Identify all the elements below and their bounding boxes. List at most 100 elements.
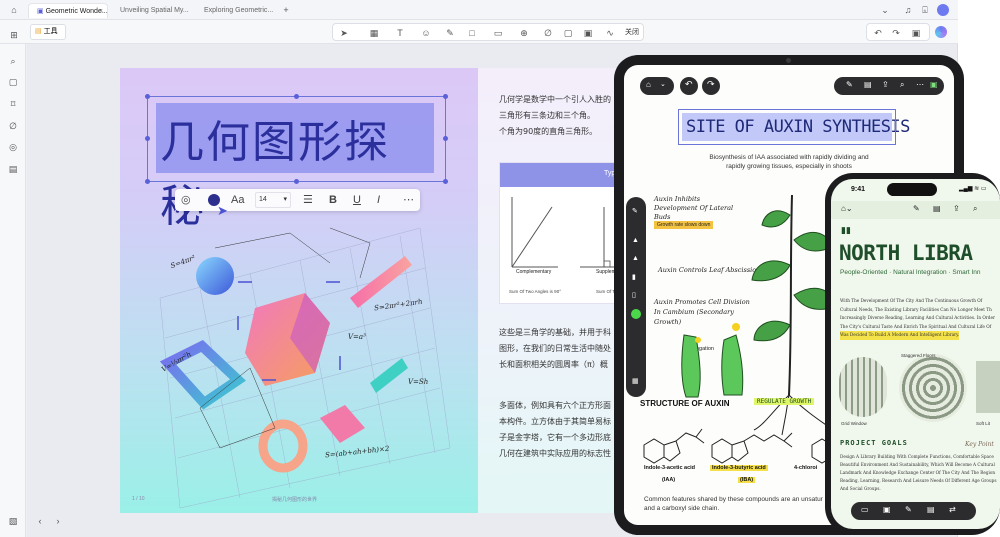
text-line: 几何学是数学中一个引人入胜的 <box>499 95 611 104</box>
undo-icon[interactable]: ↶ <box>873 28 883 38</box>
bookmark-icon[interactable]: ⌑ <box>8 99 18 109</box>
measure-icon[interactable]: ▭ <box>493 28 503 38</box>
text-line: 长和面积相关的圆周率（π）概 <box>499 360 608 369</box>
signal-icon: ▂▄▆ ≋ ▭ <box>959 186 987 192</box>
tab-unveiling[interactable]: Unveiling Spatial My... <box>112 3 194 18</box>
formula-label: V=Sh <box>408 378 429 386</box>
resize-handle[interactable] <box>294 179 299 184</box>
home-icon[interactable]: ⌂⌄ <box>841 204 853 213</box>
image-icon[interactable]: ▣ <box>583 28 593 38</box>
comments-icon[interactable]: ◎ <box>8 142 18 152</box>
shape-icon[interactable]: □ <box>467 28 477 38</box>
comment-icon[interactable]: ▭ <box>861 505 869 514</box>
gift-icon[interactable]: ⌺ <box>920 5 930 15</box>
text-box-icon[interactable]: ▦ <box>369 28 379 38</box>
resize-handle[interactable] <box>443 179 448 184</box>
phone-screen: 9:41 ▂▄▆ ≋ ▭ ⌂⌄ ✎ ▤ ⇪ ⌕ ▮▮ NORTH LIBRA P… <box>831 179 1000 529</box>
photo-label: Staggered Floors <box>901 353 936 358</box>
tools-button[interactable]: ▤ 工具 <box>30 24 66 40</box>
text-line: 子是金字塔，它有一个多边形底 <box>499 433 611 442</box>
settings-panel-icon[interactable]: ▧ <box>8 516 18 526</box>
text-line: With The Development Of The City And The… <box>840 298 983 303</box>
tab-label: Exploring Geometric... <box>204 7 274 14</box>
building-photo-3 <box>976 361 1000 413</box>
cursor-icon[interactable]: ➤ <box>339 28 349 38</box>
underline-icon[interactable]: U <box>353 192 361 208</box>
search-icon[interactable]: ⌕ <box>973 204 977 214</box>
close-toolbar-button[interactable]: 关闭 <box>625 27 639 39</box>
sticker-icon[interactable]: ▢ <box>563 28 573 38</box>
italic-icon[interactable]: I <box>377 192 380 208</box>
home-icon[interactable]: ⌂ <box>9 5 19 15</box>
key-point-note: Key Point <box>965 441 994 448</box>
briefcase-icon: ▤ <box>35 28 42 35</box>
font-size-select[interactable]: 14 ▾ <box>255 192 291 208</box>
pen-icon[interactable]: ✎ <box>913 204 920 213</box>
tab-exploring[interactable]: Exploring Geometric... <box>196 3 276 18</box>
comment-icon[interactable]: ☺ <box>421 28 431 38</box>
torus-shape <box>258 419 308 473</box>
edit-icon[interactable]: ✎ <box>905 505 912 514</box>
text-line: The City's Cultural Taste And Enrich The… <box>840 323 992 329</box>
tools-label: 工具 <box>43 28 58 35</box>
stamp-icon[interactable]: ⊕ <box>519 28 529 38</box>
building-photo-2 <box>899 354 967 422</box>
attach-icon[interactable]: ∅ <box>543 28 553 38</box>
more-icon[interactable]: ⋯ <box>403 192 414 208</box>
resize-handle[interactable] <box>145 136 150 141</box>
resize-handle[interactable] <box>443 94 448 99</box>
text-line: Design A Library Building With Complete … <box>840 454 994 459</box>
pages-icon[interactable]: ▢ <box>8 77 18 87</box>
history-group: ↶ ↷ ▣ <box>866 23 930 41</box>
photo-label: Soft Lit <box>976 421 991 426</box>
phone-toolbar: ⌂⌄ ✎ ▤ ⇪ ⌕ <box>831 201 1000 219</box>
chevron-down-icon[interactable]: ⌄ <box>880 5 890 15</box>
layout-icon[interactable]: ▤ <box>933 204 941 213</box>
resize-handle[interactable] <box>145 94 150 99</box>
resize-handle[interactable] <box>294 94 299 99</box>
search-icon[interactable]: ⌕ <box>8 56 18 66</box>
ipad-camera <box>786 58 791 63</box>
status-time: 9:41 <box>851 186 866 193</box>
text-format-toolbar: ◎ ➤ Aa 14 ▾ ☰ B U I ⋯ <box>175 189 420 218</box>
page-icon[interactable]: ▤ <box>927 505 935 514</box>
image-icon[interactable]: ▣ <box>883 505 891 514</box>
text-line: Reading, Learning, Research And Leisure … <box>840 478 997 483</box>
card-note: Sum Of Two Angles is 90° <box>509 289 561 294</box>
card-label: Complementary <box>516 269 552 275</box>
bold-icon[interactable]: B <box>329 192 337 208</box>
paperclip-icon[interactable]: ∅ <box>8 121 18 131</box>
pen-icon[interactable]: ✎ <box>445 28 455 38</box>
redo-icon[interactable]: ↷ <box>891 28 901 38</box>
text-icon[interactable]: T <box>395 28 405 38</box>
cursor-pointer-icon: ➤ <box>217 203 228 218</box>
bell-icon[interactable]: ♫ <box>903 5 913 15</box>
close-tab-icon[interactable]: × <box>99 4 103 18</box>
resize-handle[interactable] <box>145 179 150 184</box>
text-line: 本构件。立方体由于其简单易标 <box>499 417 611 426</box>
font-button[interactable]: Aa <box>231 192 244 208</box>
avatar[interactable] <box>937 4 949 16</box>
text-line: 个角为90度的直角三角形。 <box>499 127 598 136</box>
align-left-icon[interactable]: ☰ <box>303 192 313 208</box>
new-tab-icon[interactable]: + <box>281 5 291 15</box>
chevron-left-icon[interactable]: ‹ <box>35 516 45 526</box>
resize-handle[interactable] <box>443 136 448 141</box>
target-icon[interactable]: ◎ <box>181 192 191 208</box>
text-line: Beautiful Environment And Sustainability… <box>840 462 995 467</box>
convert-icon[interactable]: ⇄ <box>949 505 956 514</box>
save-icon[interactable]: ▣ <box>911 28 921 38</box>
grid-view-icon[interactable]: ⊞ <box>9 30 19 40</box>
layers-icon[interactable]: ▤ <box>8 164 18 174</box>
chevron-right-icon[interactable]: › <box>53 516 63 526</box>
share-icon[interactable]: ⇪ <box>953 204 960 213</box>
selection-frame[interactable] <box>147 96 446 182</box>
compound-name: Indole-3-butyric acid <box>710 465 768 471</box>
paragraph-1: 几何学是数学中一个引人入胜的 三角形有三条边和三个角。 个角为90度的直角三角形… <box>499 92 611 140</box>
signature-icon[interactable]: ∿ <box>605 28 615 38</box>
goals-body: Design A Library Building With Complete … <box>840 453 1000 493</box>
tab-geometric[interactable]: ▣ Geometric Wonde... × <box>28 3 108 18</box>
book-icon: ▮▮ <box>841 225 851 235</box>
ai-assistant-icon[interactable] <box>935 26 947 38</box>
text-line: Landmark And Knowledge Exchange Center O… <box>840 470 996 475</box>
